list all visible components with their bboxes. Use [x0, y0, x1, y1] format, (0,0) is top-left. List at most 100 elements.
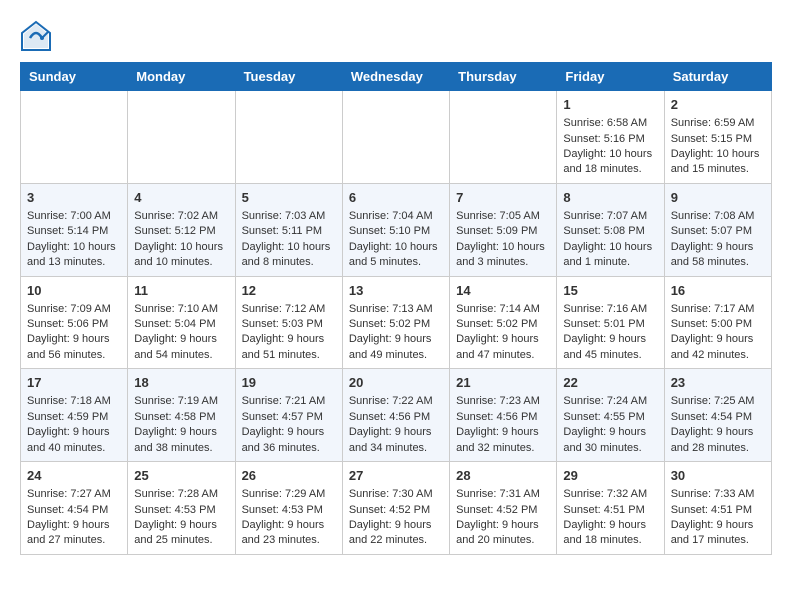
day-info: Daylight: 10 hours and 10 minutes. [134, 240, 228, 271]
day-header-tuesday: Tuesday [235, 63, 342, 91]
day-info: Sunrise: 7:24 AM [563, 394, 657, 409]
day-info: Sunrise: 7:00 AM [27, 209, 121, 224]
day-number: 5 [242, 189, 336, 207]
day-info: Sunset: 5:02 PM [349, 317, 443, 332]
day-info: Daylight: 9 hours and 38 minutes. [134, 425, 228, 456]
day-info: Daylight: 9 hours and 42 minutes. [671, 332, 765, 363]
day-info: Daylight: 9 hours and 34 minutes. [349, 425, 443, 456]
calendar-cell [21, 91, 128, 184]
calendar-cell: 25Sunrise: 7:28 AMSunset: 4:53 PMDayligh… [128, 462, 235, 555]
day-number: 27 [349, 467, 443, 485]
calendar-cell: 17Sunrise: 7:18 AMSunset: 4:59 PMDayligh… [21, 369, 128, 462]
day-number: 20 [349, 374, 443, 392]
calendar-cell: 7Sunrise: 7:05 AMSunset: 5:09 PMDaylight… [450, 183, 557, 276]
calendar-cell: 29Sunrise: 7:32 AMSunset: 4:51 PMDayligh… [557, 462, 664, 555]
calendar-week-row: 3Sunrise: 7:00 AMSunset: 5:14 PMDaylight… [21, 183, 772, 276]
calendar-cell: 11Sunrise: 7:10 AMSunset: 5:04 PMDayligh… [128, 276, 235, 369]
day-info: Sunset: 4:58 PM [134, 410, 228, 425]
day-info: Daylight: 9 hours and 30 minutes. [563, 425, 657, 456]
day-header-sunday: Sunday [21, 63, 128, 91]
day-info: Daylight: 9 hours and 56 minutes. [27, 332, 121, 363]
calendar-cell: 27Sunrise: 7:30 AMSunset: 4:52 PMDayligh… [342, 462, 449, 555]
day-header-thursday: Thursday [450, 63, 557, 91]
day-info: Daylight: 10 hours and 5 minutes. [349, 240, 443, 271]
day-number: 1 [563, 96, 657, 114]
day-info: Sunrise: 7:32 AM [563, 487, 657, 502]
calendar-header-row: SundayMondayTuesdayWednesdayThursdayFrid… [21, 63, 772, 91]
day-number: 15 [563, 282, 657, 300]
day-number: 30 [671, 467, 765, 485]
day-info: Daylight: 9 hours and 36 minutes. [242, 425, 336, 456]
day-number: 2 [671, 96, 765, 114]
day-info: Sunrise: 7:29 AM [242, 487, 336, 502]
calendar-cell: 5Sunrise: 7:03 AMSunset: 5:11 PMDaylight… [235, 183, 342, 276]
day-info: Sunset: 4:56 PM [349, 410, 443, 425]
calendar-cell: 1Sunrise: 6:58 AMSunset: 5:16 PMDaylight… [557, 91, 664, 184]
calendar-cell: 2Sunrise: 6:59 AMSunset: 5:15 PMDaylight… [664, 91, 771, 184]
day-info: Daylight: 9 hours and 22 minutes. [349, 518, 443, 549]
calendar-cell: 9Sunrise: 7:08 AMSunset: 5:07 PMDaylight… [664, 183, 771, 276]
day-info: Daylight: 9 hours and 28 minutes. [671, 425, 765, 456]
day-info: Sunrise: 7:19 AM [134, 394, 228, 409]
calendar-cell: 14Sunrise: 7:14 AMSunset: 5:02 PMDayligh… [450, 276, 557, 369]
day-info: Sunset: 4:52 PM [456, 503, 550, 518]
day-info: Sunrise: 7:10 AM [134, 302, 228, 317]
day-info: Sunrise: 7:25 AM [671, 394, 765, 409]
calendar-cell: 12Sunrise: 7:12 AMSunset: 5:03 PMDayligh… [235, 276, 342, 369]
day-info: Sunrise: 7:30 AM [349, 487, 443, 502]
day-info: Daylight: 10 hours and 3 minutes. [456, 240, 550, 271]
calendar-cell: 30Sunrise: 7:33 AMSunset: 4:51 PMDayligh… [664, 462, 771, 555]
day-info: Sunset: 4:53 PM [134, 503, 228, 518]
day-info: Sunrise: 7:04 AM [349, 209, 443, 224]
day-info: Sunset: 4:57 PM [242, 410, 336, 425]
day-info: Daylight: 10 hours and 13 minutes. [27, 240, 121, 271]
logo-icon [20, 20, 52, 52]
day-info: Sunrise: 7:21 AM [242, 394, 336, 409]
day-number: 19 [242, 374, 336, 392]
calendar-cell [450, 91, 557, 184]
day-info: Sunset: 5:01 PM [563, 317, 657, 332]
day-info: Sunset: 4:53 PM [242, 503, 336, 518]
day-info: Sunset: 5:12 PM [134, 224, 228, 239]
day-number: 28 [456, 467, 550, 485]
day-info: Sunrise: 7:28 AM [134, 487, 228, 502]
day-info: Sunset: 5:06 PM [27, 317, 121, 332]
day-info: Sunset: 4:55 PM [563, 410, 657, 425]
day-header-saturday: Saturday [664, 63, 771, 91]
day-number: 25 [134, 467, 228, 485]
calendar-cell: 22Sunrise: 7:24 AMSunset: 4:55 PMDayligh… [557, 369, 664, 462]
calendar-cell: 28Sunrise: 7:31 AMSunset: 4:52 PMDayligh… [450, 462, 557, 555]
calendar-cell: 26Sunrise: 7:29 AMSunset: 4:53 PMDayligh… [235, 462, 342, 555]
day-info: Daylight: 10 hours and 15 minutes. [671, 147, 765, 178]
day-info: Sunrise: 7:12 AM [242, 302, 336, 317]
day-number: 12 [242, 282, 336, 300]
calendar-cell: 10Sunrise: 7:09 AMSunset: 5:06 PMDayligh… [21, 276, 128, 369]
calendar-cell: 18Sunrise: 7:19 AMSunset: 4:58 PMDayligh… [128, 369, 235, 462]
day-info: Daylight: 9 hours and 32 minutes. [456, 425, 550, 456]
calendar-cell: 20Sunrise: 7:22 AMSunset: 4:56 PMDayligh… [342, 369, 449, 462]
day-info: Daylight: 9 hours and 27 minutes. [27, 518, 121, 549]
day-number: 10 [27, 282, 121, 300]
day-number: 4 [134, 189, 228, 207]
calendar-week-row: 10Sunrise: 7:09 AMSunset: 5:06 PMDayligh… [21, 276, 772, 369]
day-info: Daylight: 9 hours and 49 minutes. [349, 332, 443, 363]
day-info: Daylight: 9 hours and 17 minutes. [671, 518, 765, 549]
day-number: 21 [456, 374, 550, 392]
day-info: Sunrise: 7:02 AM [134, 209, 228, 224]
calendar-cell: 16Sunrise: 7:17 AMSunset: 5:00 PMDayligh… [664, 276, 771, 369]
day-info: Daylight: 9 hours and 18 minutes. [563, 518, 657, 549]
calendar-cell: 8Sunrise: 7:07 AMSunset: 5:08 PMDaylight… [557, 183, 664, 276]
calendar-cell: 6Sunrise: 7:04 AMSunset: 5:10 PMDaylight… [342, 183, 449, 276]
day-info: Daylight: 9 hours and 20 minutes. [456, 518, 550, 549]
day-number: 3 [27, 189, 121, 207]
day-info: Daylight: 9 hours and 58 minutes. [671, 240, 765, 271]
calendar-cell: 21Sunrise: 7:23 AMSunset: 4:56 PMDayligh… [450, 369, 557, 462]
day-number: 26 [242, 467, 336, 485]
day-info: Sunset: 5:10 PM [349, 224, 443, 239]
day-info: Daylight: 9 hours and 40 minutes. [27, 425, 121, 456]
day-info: Sunrise: 7:05 AM [456, 209, 550, 224]
day-info: Sunset: 4:54 PM [671, 410, 765, 425]
calendar-week-row: 17Sunrise: 7:18 AMSunset: 4:59 PMDayligh… [21, 369, 772, 462]
day-info: Sunrise: 7:17 AM [671, 302, 765, 317]
day-info: Sunrise: 6:59 AM [671, 116, 765, 131]
